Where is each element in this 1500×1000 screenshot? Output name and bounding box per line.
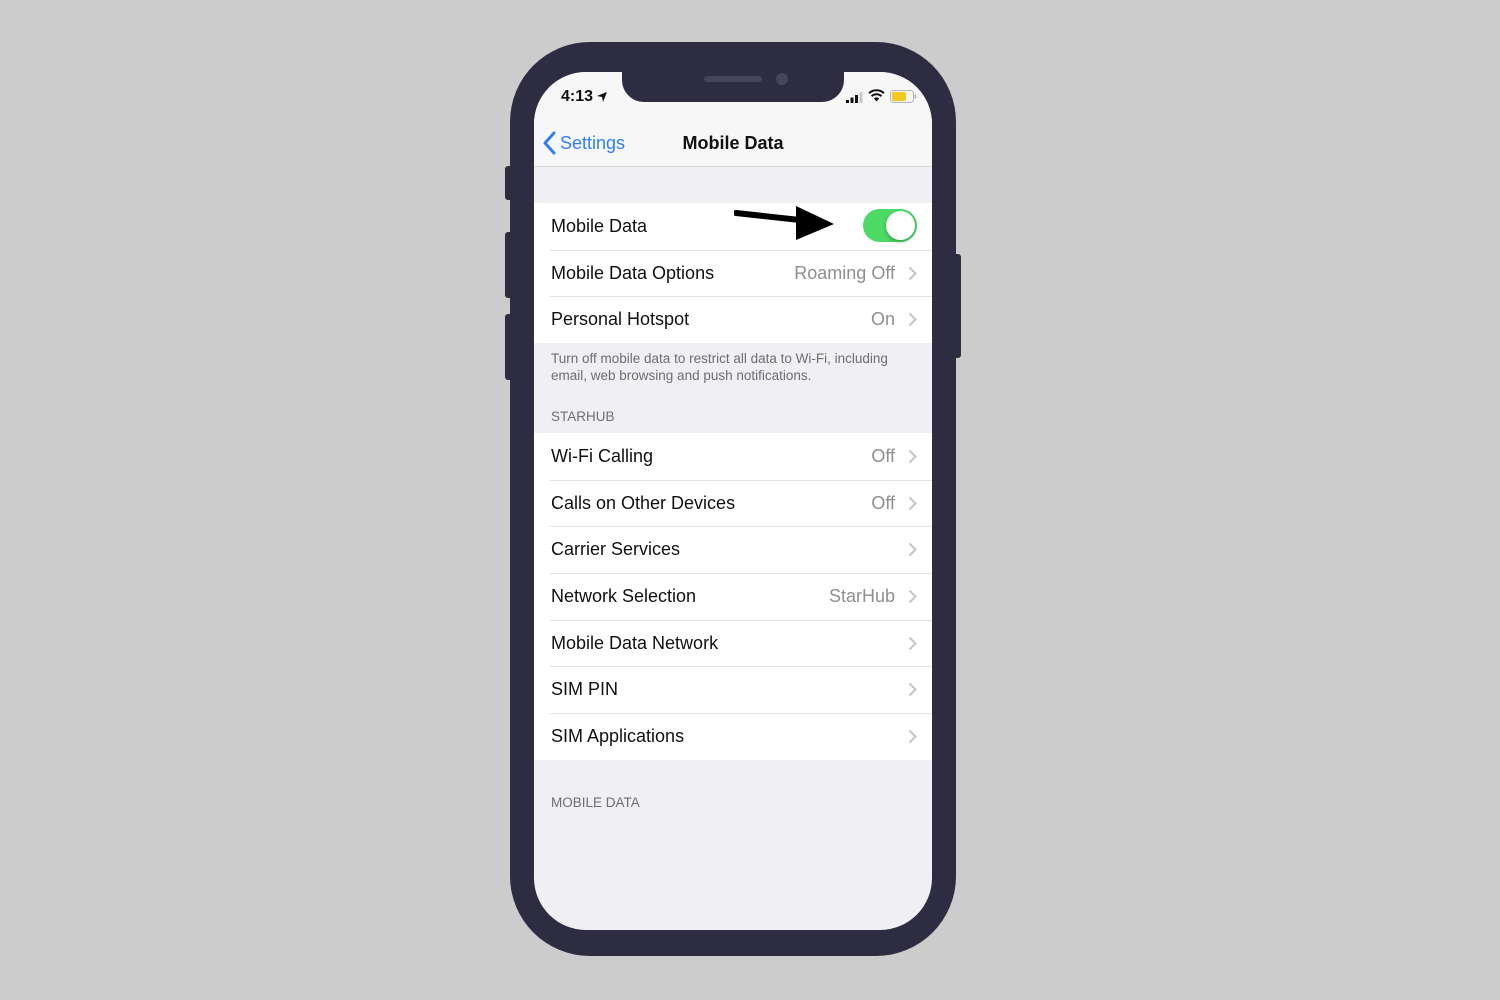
- sim-applications-row[interactable]: SIM Applications: [534, 713, 932, 760]
- chevron-right-icon: [908, 683, 917, 697]
- personal-hotspot-row[interactable]: Personal Hotspot On: [534, 296, 932, 343]
- network-selection-row[interactable]: Network Selection StarHub: [534, 573, 932, 620]
- chevron-right-icon: [908, 449, 917, 464]
- wifi-calling-row[interactable]: Wi-Fi Calling Off: [534, 433, 932, 480]
- carrier-services-row[interactable]: Carrier Services: [534, 526, 932, 573]
- page-title: Mobile Data: [682, 133, 784, 153]
- row-value: Off: [871, 492, 895, 513]
- row-value: StarHub: [828, 585, 895, 606]
- mobile-data-row: Mobile Data: [534, 203, 932, 250]
- chevron-right-icon: [908, 543, 917, 557]
- row-value: Off: [871, 445, 895, 466]
- mobile-data-options-row[interactable]: Mobile Data Options Roaming Off: [534, 249, 932, 297]
- chevron-right-icon: [908, 496, 917, 510]
- row-label: Mobile Data: [551, 215, 648, 236]
- mobile-data-network-row[interactable]: Mobile Data Network: [534, 619, 932, 667]
- status-time: 4:13: [561, 88, 594, 105]
- front-camera: [776, 73, 788, 85]
- row-label: Calls on Other Devices: [551, 492, 736, 513]
- sim-pin-row[interactable]: SIM PIN: [534, 666, 932, 713]
- speaker-grille: [704, 76, 762, 82]
- row-label: Mobile Data Network: [551, 632, 719, 653]
- chevron-right-icon: [908, 636, 917, 650]
- chevron-right-icon: [908, 729, 917, 744]
- row-value: Roaming Off: [794, 262, 895, 283]
- row-label: Carrier Services: [551, 539, 681, 560]
- annotation-arrow-icon: [734, 206, 834, 240]
- row-label: Wi-Fi Calling: [551, 445, 654, 466]
- volume-down-button: [505, 314, 513, 380]
- mobile-data-group: Mobile Data Mobile Data Options Roaming …: [534, 203, 932, 344]
- power-button: [953, 254, 961, 358]
- row-label: Personal Hotspot: [551, 309, 690, 330]
- location-arrow-icon: [597, 92, 607, 102]
- volume-up-button: [505, 232, 513, 298]
- section-header-starhub: STARHUB: [551, 409, 615, 424]
- row-value: On: [870, 309, 895, 330]
- starhub-group: Wi-Fi Calling Off Calls on Other Devices…: [534, 433, 932, 760]
- mobile-data-toggle[interactable]: [863, 209, 917, 242]
- cellular-signal-icon: [846, 92, 863, 103]
- calls-on-other-devices-row[interactable]: Calls on Other Devices Off: [534, 479, 932, 527]
- toggle-knob: [886, 211, 915, 240]
- chevron-right-icon: [908, 266, 917, 280]
- row-label: Mobile Data Options: [551, 262, 715, 283]
- silent-switch: [505, 166, 513, 200]
- screen: 4:13 Settings Mobile Data Mobile Data Mo…: [534, 72, 932, 930]
- section-header-mobile-data: MOBILE DATA: [551, 795, 640, 810]
- mobile-data-footer-note: Turn off mobile data to restrict all dat…: [551, 351, 888, 383]
- chevron-right-icon: [908, 313, 917, 327]
- chevron-right-icon: [908, 589, 917, 604]
- wifi-icon: [868, 89, 885, 102]
- battery-icon: [890, 90, 917, 103]
- row-label: SIM Applications: [551, 725, 685, 746]
- navigation-bar: Settings Mobile Data: [534, 122, 932, 167]
- row-label: SIM PIN: [551, 679, 619, 700]
- row-label: Network Selection: [551, 585, 697, 606]
